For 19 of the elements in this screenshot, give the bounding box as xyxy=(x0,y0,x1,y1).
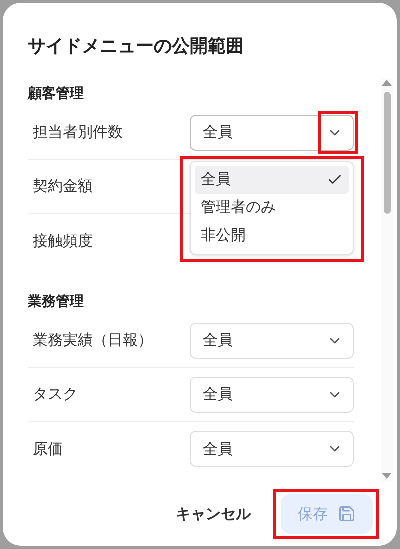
menu-option[interactable]: 全員 xyxy=(195,166,349,194)
menu-option[interactable]: 非公開 xyxy=(195,222,349,250)
save-icon xyxy=(338,505,356,523)
dialog-title: サイドメニューの公開範囲 xyxy=(28,36,244,57)
setting-label: 業務実績（日報） xyxy=(33,330,153,352)
cancel-button[interactable]: キャンセル xyxy=(176,502,251,526)
setting-label: 原価 xyxy=(33,438,63,460)
section-heading: 業務管理 xyxy=(28,292,84,312)
setting-label: 接触頻度 xyxy=(33,230,93,252)
section-heading: 顧客管理 xyxy=(28,84,84,104)
scrollbar[interactable] xyxy=(381,78,393,482)
setting-label: 契約金額 xyxy=(33,176,93,198)
visibility-select[interactable]: 全員 xyxy=(190,114,354,150)
visibility-select[interactable]: 全員 xyxy=(190,431,354,467)
setting-label: 担当者別件数 xyxy=(33,122,123,144)
menu-option[interactable]: 管理者のみ xyxy=(195,194,349,222)
visibility-select[interactable]: 全員 xyxy=(190,376,354,412)
visibility-select[interactable]: 全員 xyxy=(190,322,354,358)
setting-label: タスク xyxy=(33,384,78,406)
